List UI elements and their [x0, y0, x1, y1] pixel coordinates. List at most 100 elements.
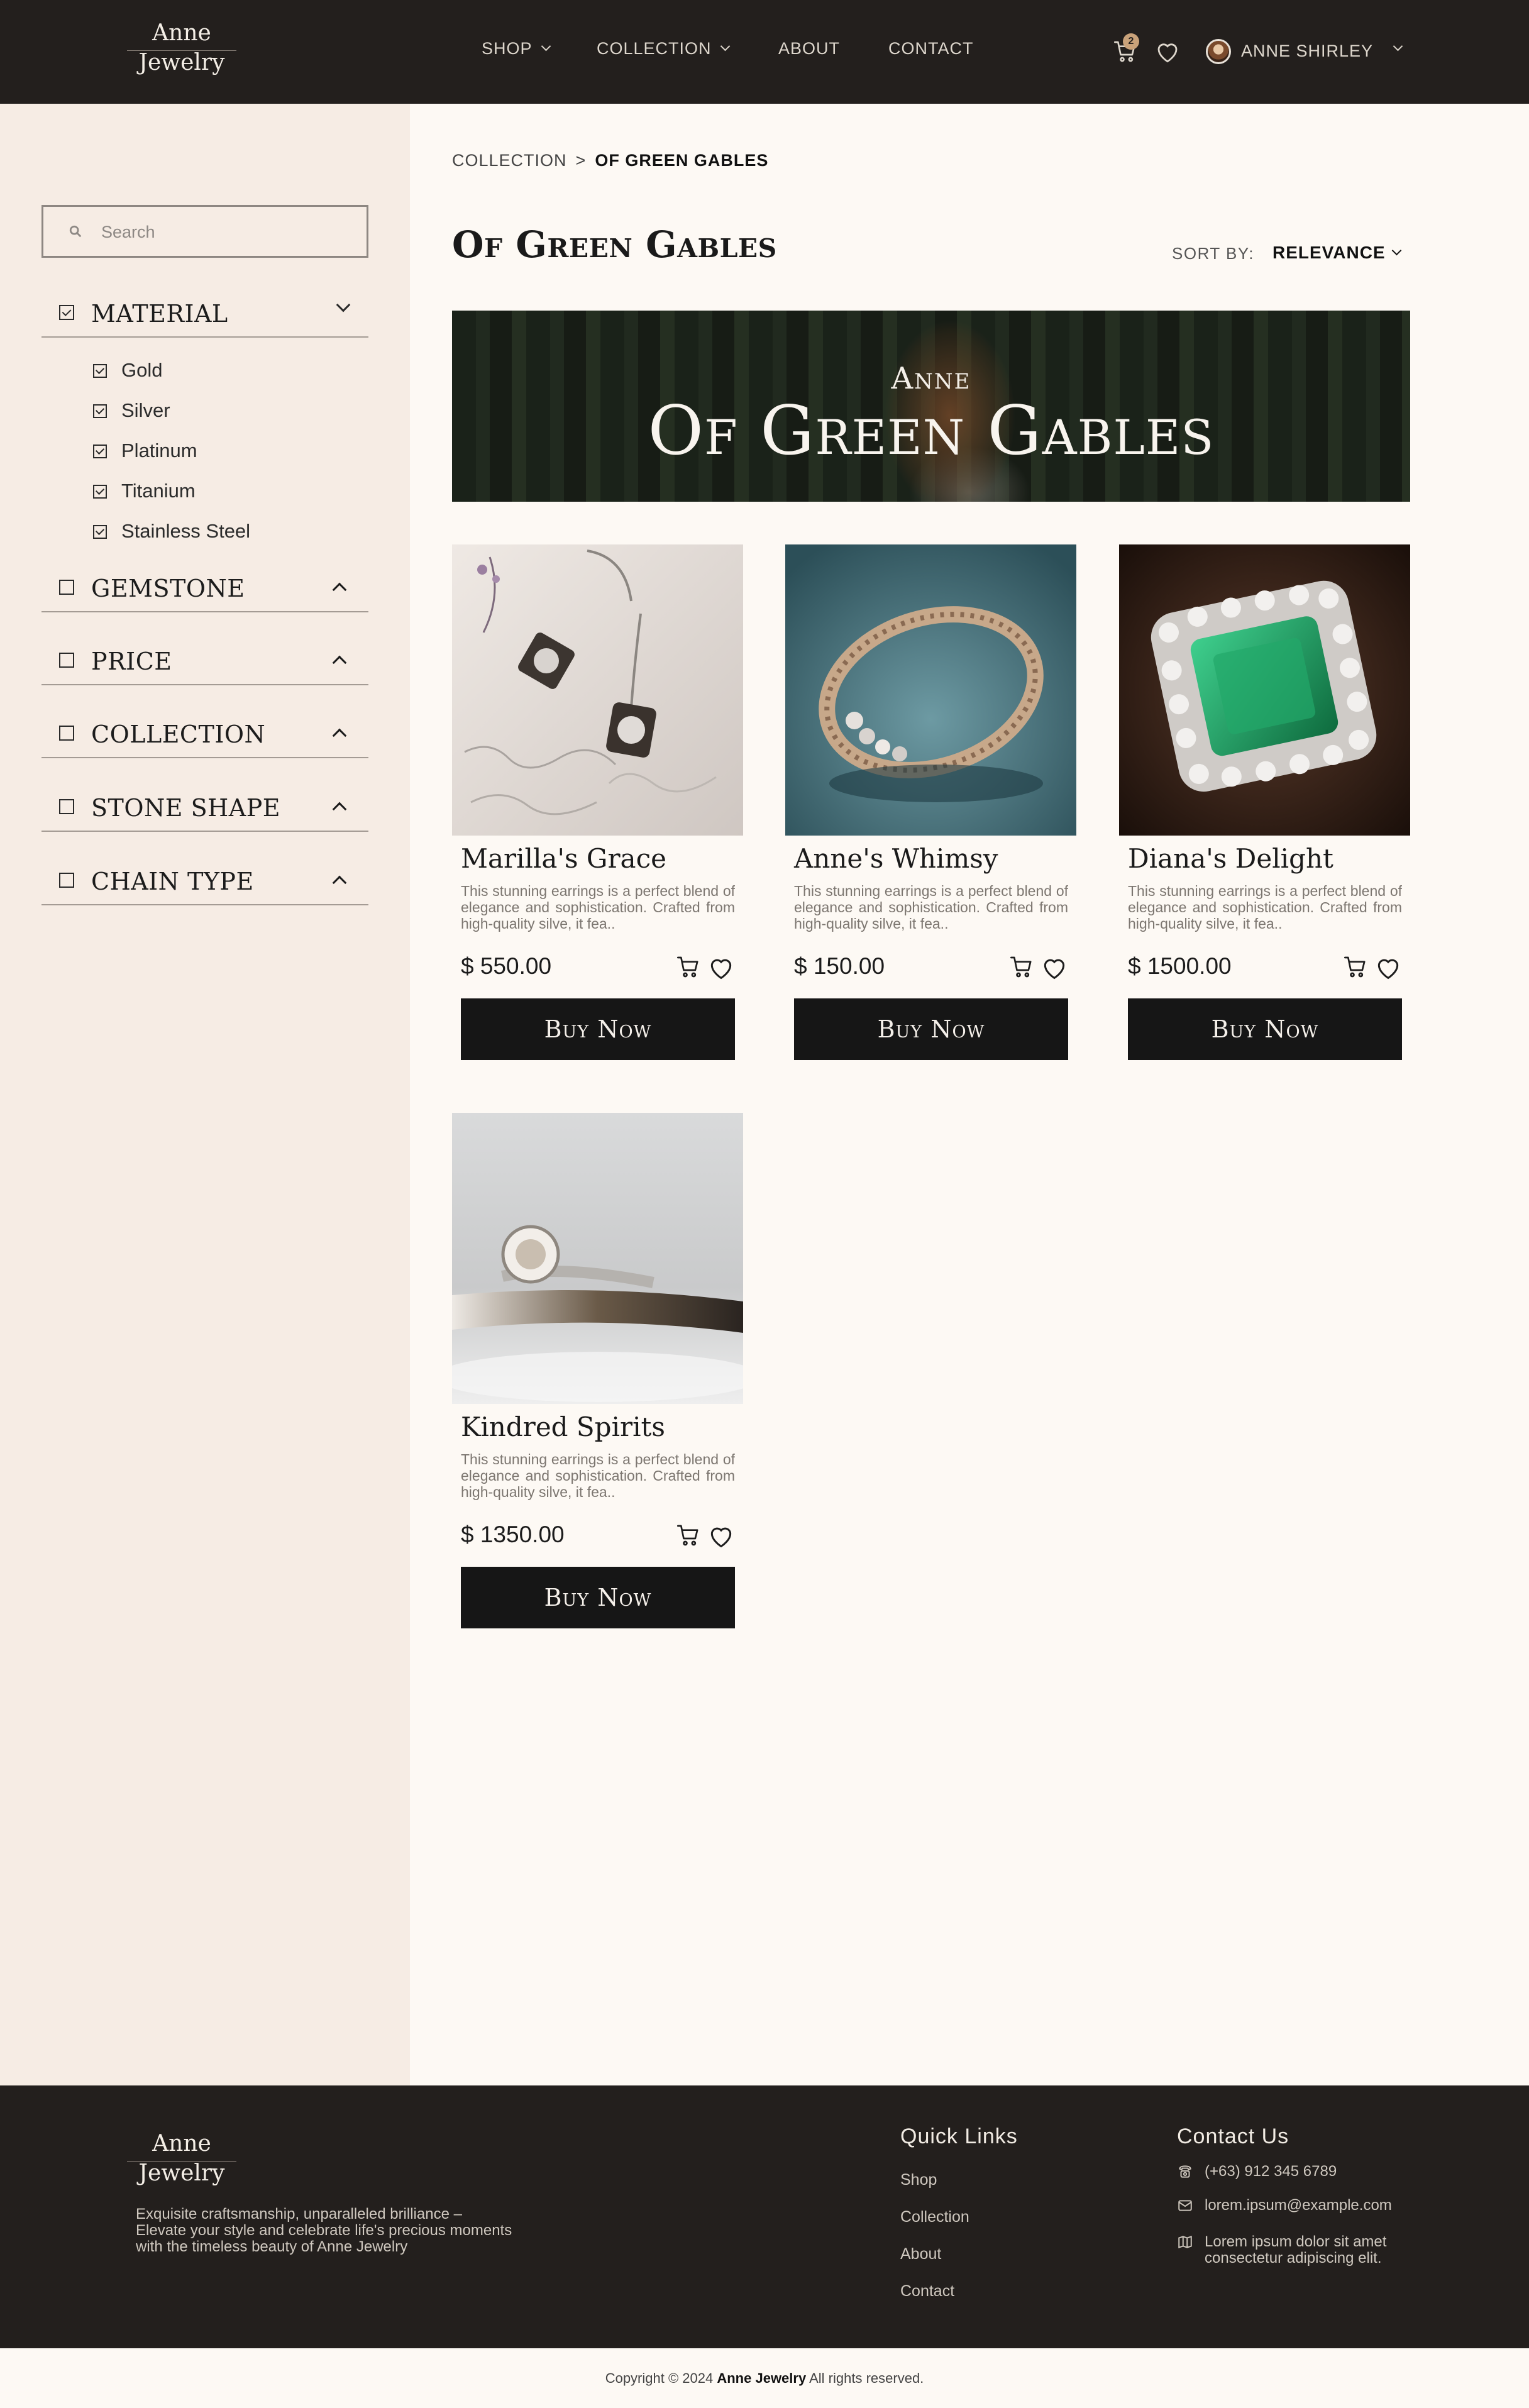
filter-material-checkbox[interactable]: [59, 305, 74, 320]
checkbox-platinum[interactable]: [93, 445, 107, 458]
filter-price-label: PRICE: [91, 648, 172, 675]
add-to-cart-icon[interactable]: [676, 1523, 701, 1548]
footer-tagline: Exquisite craftsmanship, unparalleled br…: [136, 2206, 512, 2255]
checkbox-gold[interactable]: [93, 364, 107, 378]
contact-address-text: Lorem ipsum dolor sit amet consectetur a…: [1205, 2233, 1387, 2267]
checkbox-stainless-steel[interactable]: [93, 525, 107, 539]
wishlist-heart-icon[interactable]: [1374, 954, 1402, 981]
filter-price-checkbox[interactable]: [59, 653, 74, 668]
product-name[interactable]: Anne's Whimsy: [794, 843, 998, 874]
chevron-down-icon: [1391, 245, 1401, 255]
copyright-bar: Copyright © 2024 Anne Jewelry All rights…: [0, 2348, 1529, 2408]
filter-stone-shape[interactable]: STONE SHAPE: [41, 787, 368, 832]
breadcrumb: COLLECTION > OF GREEN GABLES: [452, 151, 768, 170]
checkbox-silver[interactable]: [93, 404, 107, 418]
footer-link-about[interactable]: About: [900, 2245, 941, 2263]
product-image-solitaire-ring[interactable]: [452, 1113, 743, 1404]
phone-icon: [1179, 2165, 1191, 2178]
filter-collection[interactable]: COLLECTION: [41, 713, 368, 758]
add-to-cart-icon[interactable]: [1343, 954, 1368, 980]
add-to-cart-icon[interactable]: [676, 954, 701, 980]
chevron-down-icon: [720, 41, 730, 52]
nav-about-label: ABOUT: [778, 39, 841, 58]
footer-logo-line2: Jewelry: [138, 2160, 225, 2186]
filter-stone-shape-checkbox[interactable]: [59, 799, 74, 814]
brand-logo[interactable]: Anne Jewelry: [123, 18, 240, 79]
product-description: This stunning earrings is a perfect blen…: [461, 883, 735, 932]
buy-now-button[interactable]: Buy Now: [1128, 998, 1402, 1060]
product-image-earrings[interactable]: [452, 544, 743, 836]
nav-contact-label: CONTACT: [888, 39, 974, 58]
contact-phone-text[interactable]: (+63) 912 345 6789: [1205, 2163, 1418, 2180]
chevron-up-icon[interactable]: [332, 875, 347, 890]
copyright-suffix: All rights reserved.: [809, 2370, 924, 2386]
product-name[interactable]: Diana's Delight: [1128, 843, 1333, 874]
chevron-down-icon[interactable]: [1393, 41, 1403, 52]
product-name[interactable]: Kindred Spirits: [461, 1411, 665, 1442]
chevron-up-icon[interactable]: [332, 802, 347, 817]
brand-logo-line1: Anne: [152, 20, 211, 46]
add-to-cart-icon[interactable]: [1009, 954, 1034, 980]
checkbox-titanium[interactable]: [93, 485, 107, 499]
chevron-up-icon[interactable]: [332, 655, 347, 670]
nav-collection[interactable]: COLLECTION: [597, 39, 730, 58]
chevron-up-icon[interactable]: [332, 582, 347, 597]
filter-price[interactable]: PRICE: [41, 640, 368, 685]
site-header: Anne Jewelry SHOP COLLECTION ABOUT CONTA…: [0, 0, 1529, 104]
contact-email-text[interactable]: lorem.ipsum@example.com: [1205, 2197, 1418, 2214]
filter-gemstone[interactable]: GEMSTONE: [41, 567, 368, 612]
map-icon: [1178, 2235, 1192, 2249]
filter-gemstone-checkbox[interactable]: [59, 580, 74, 595]
footer-brand-logo[interactable]: Anne Jewelry: [123, 2128, 240, 2189]
chevron-up-icon[interactable]: [332, 728, 347, 743]
nav-contact[interactable]: CONTACT: [888, 39, 974, 58]
email-icon: [1178, 2200, 1192, 2211]
search-input[interactable]: [101, 219, 353, 245]
filter-gemstone-label: GEMSTONE: [91, 575, 245, 602]
brand-logo-line2: Jewelry: [138, 50, 225, 75]
nav-about[interactable]: ABOUT: [778, 39, 840, 58]
product-price: $ 1350.00: [461, 1522, 565, 1547]
footer-link-shop[interactable]: Shop: [900, 2171, 937, 2189]
product-description: This stunning earrings is a perfect blen…: [461, 1451, 735, 1500]
chevron-down-icon[interactable]: [336, 297, 351, 312]
footer-link-contact[interactable]: Contact: [900, 2282, 954, 2300]
nav-shop[interactable]: SHOP: [482, 39, 551, 58]
footer-link-collection[interactable]: Collection: [900, 2208, 969, 2226]
emerald-ring-photo: [1119, 544, 1410, 836]
product-price: $ 550.00: [461, 953, 552, 979]
buy-now-button[interactable]: Buy Now: [461, 1567, 735, 1628]
filter-collection-checkbox[interactable]: [59, 726, 74, 741]
product-name[interactable]: Marilla's Grace: [461, 843, 666, 874]
search-box[interactable]: [41, 205, 368, 258]
chevron-down-icon: [541, 41, 551, 52]
product-description: This stunning earrings is a perfect blen…: [794, 883, 1068, 932]
filter-chain-type-label: CHAIN TYPE: [91, 868, 254, 895]
option-label: Gold: [121, 359, 163, 381]
buy-now-button[interactable]: Buy Now: [794, 998, 1068, 1060]
filter-chain-type[interactable]: CHAIN TYPE: [41, 860, 368, 905]
product-image-ring-band[interactable]: [785, 544, 1076, 836]
page-title: Of Green Gables: [452, 223, 777, 266]
user-name[interactable]: ANNE SHIRLEY: [1241, 41, 1373, 61]
wishlist-heart-icon[interactable]: [1040, 954, 1068, 981]
option-label: Platinum: [121, 439, 197, 461]
option-label: Titanium: [121, 480, 196, 502]
wishlist-heart-icon[interactable]: [707, 1523, 735, 1549]
filter-material-label: MATERIAL: [91, 300, 228, 328]
search-icon: [69, 225, 82, 238]
buy-now-button[interactable]: Buy Now: [461, 998, 735, 1060]
solitaire-ring-photo: [452, 1113, 743, 1404]
sort-value: RELEVANCE: [1272, 243, 1386, 262]
filter-stone-shape-label: STONE SHAPE: [91, 794, 281, 822]
sort-dropdown[interactable]: RELEVANCE: [1272, 243, 1401, 263]
contact-title: Contact Us: [1177, 2124, 1289, 2148]
filter-material[interactable]: MATERIAL: [41, 292, 368, 338]
product-image-emerald-ring[interactable]: [1119, 544, 1410, 836]
filter-chain-type-checkbox[interactable]: [59, 873, 74, 888]
avatar[interactable]: [1206, 39, 1231, 64]
collection-banner: Anne Of Green Gables: [452, 311, 1410, 502]
wishlist-heart-icon[interactable]: [707, 954, 735, 981]
heart-icon[interactable]: [1154, 39, 1181, 64]
breadcrumb-parent[interactable]: COLLECTION: [452, 151, 567, 170]
